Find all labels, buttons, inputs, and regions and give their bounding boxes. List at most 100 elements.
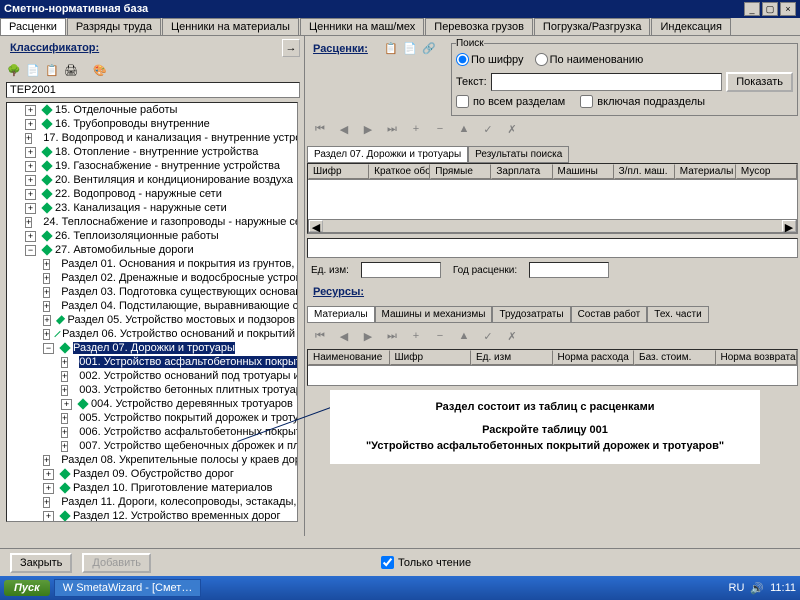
copy-icon[interactable]: 📋 xyxy=(44,62,60,78)
remove-icon[interactable]: − xyxy=(431,120,449,138)
tab-rates[interactable]: Расценки xyxy=(0,18,66,35)
expander-icon[interactable]: + xyxy=(25,189,36,200)
unit-input[interactable] xyxy=(361,262,441,278)
search-button[interactable]: Показать xyxy=(726,72,793,92)
maximize-button[interactable]: ▢ xyxy=(762,2,778,16)
column-header[interactable]: Норма возврата xyxy=(716,350,798,365)
column-header[interactable]: З/пл. маш. xyxy=(614,164,675,179)
last-icon[interactable]: ⏭ xyxy=(383,120,401,138)
tree-item[interactable]: +Раздел 06. Устройство оснований и покры… xyxy=(7,327,297,341)
expander-icon[interactable]: + xyxy=(43,497,50,508)
tree-item[interactable]: −Раздел 07. Дорожки и тротуары xyxy=(7,341,297,355)
scroll-left-icon[interactable]: ◀ xyxy=(309,220,323,232)
resources-grid[interactable]: НаименованиеШифрЕд. измНорма расходаБаз.… xyxy=(307,349,798,386)
confirm-icon[interactable]: ✓ xyxy=(479,120,497,138)
first-icon[interactable]: ⏮ xyxy=(311,327,329,345)
first-icon[interactable]: ⏮ xyxy=(311,120,329,138)
search-input[interactable] xyxy=(491,73,723,91)
column-header[interactable]: Краткое обоснование xyxy=(369,164,430,179)
expander-icon[interactable]: − xyxy=(25,245,36,256)
expander-icon[interactable]: + xyxy=(25,119,36,130)
expander-icon[interactable]: + xyxy=(43,469,54,480)
tab-search-results[interactable]: Результаты поиска xyxy=(468,146,569,163)
tree-item[interactable]: +Раздел 01. Основания и покрытия из грун… xyxy=(7,257,297,271)
tree-item[interactable]: +26. Теплоизоляционные работы xyxy=(7,229,297,243)
expander-icon[interactable]: + xyxy=(43,455,50,466)
edit-icon[interactable]: ▲ xyxy=(455,327,473,345)
rates-grid[interactable]: ШифрКраткое обоснованиеПрямыеЗарплатаМаш… xyxy=(307,163,798,234)
expander-icon[interactable]: + xyxy=(43,259,50,270)
tree-item[interactable]: +004. Устройство деревянных тротуаров xyxy=(7,397,297,411)
expander-icon[interactable]: + xyxy=(61,399,72,410)
tree-item[interactable]: +16. Трубопроводы внутренние xyxy=(7,117,297,131)
tree-item[interactable]: −27. Автомобильные дороги xyxy=(7,243,297,257)
link-icon[interactable]: 🔗 xyxy=(421,40,437,56)
scroll-right-icon[interactable]: ▶ xyxy=(782,220,796,232)
classifier-tree[interactable]: +15. Отделочные работы+16. Трубопроводы … xyxy=(6,102,298,522)
tree-item[interactable]: +001. Устройство асфальтобетонных покрыт… xyxy=(7,355,297,369)
add-icon[interactable]: + xyxy=(407,327,425,345)
tree-item[interactable]: +23. Канализация - наружные сети xyxy=(7,201,297,215)
readonly-check[interactable]: Только чтение xyxy=(381,556,471,569)
tree-item[interactable]: +Раздел 03. Подготовка существующих осно… xyxy=(7,285,297,299)
tree-item[interactable]: +17. Водопровод и канализация - внутренн… xyxy=(7,131,297,145)
radio-by-code[interactable]: По шифру xyxy=(456,53,524,66)
expander-icon[interactable]: + xyxy=(25,175,36,186)
paste-icon[interactable]: 📄 xyxy=(402,40,418,56)
add-icon[interactable]: + xyxy=(407,120,425,138)
resource-tab[interactable]: Машины и механизмы xyxy=(375,306,493,323)
tree-item[interactable]: +24. Теплоснабжение и газопроводы - нару… xyxy=(7,215,297,229)
column-header[interactable]: Норма расхода xyxy=(553,350,635,365)
prev-icon[interactable]: ◀ xyxy=(335,327,353,345)
tree-item[interactable]: +18. Отопление - внутренние устройства xyxy=(7,145,297,159)
tray-icon[interactable]: 🔊 xyxy=(750,582,764,595)
expander-icon[interactable]: + xyxy=(43,273,50,284)
resource-tab[interactable]: Трудозатраты xyxy=(492,306,570,323)
expander-icon[interactable]: + xyxy=(25,161,36,172)
column-header[interactable]: Баз. стоим. xyxy=(634,350,716,365)
tab-materials[interactable]: Ценники на материалы xyxy=(162,18,299,35)
tab-machines[interactable]: Ценники на маш/мех xyxy=(300,18,424,35)
tab-labor[interactable]: Разряды труда xyxy=(67,18,161,35)
check-all-sections[interactable]: по всем разделам xyxy=(456,95,565,108)
tree-icon[interactable]: 🌳 xyxy=(6,62,22,78)
column-header[interactable]: Ед. изм xyxy=(471,350,553,365)
tree-item[interactable]: +Раздел 04. Подстилающие, выравнивающие … xyxy=(7,299,297,313)
add-button[interactable]: Добавить xyxy=(82,553,151,573)
radio-by-name[interactable]: По наименованию xyxy=(535,53,644,66)
column-header[interactable]: Прямые xyxy=(430,164,491,179)
start-button[interactable]: Пуск xyxy=(4,580,50,596)
tab-transport[interactable]: Перевозка грузов xyxy=(425,18,533,35)
tree-item[interactable]: +Раздел 12. Устройство временных дорог xyxy=(7,509,297,522)
tree-item[interactable]: +22. Водопровод - наружные сети xyxy=(7,187,297,201)
expander-icon[interactable]: + xyxy=(61,441,68,452)
expander-icon[interactable]: + xyxy=(61,357,68,368)
tree-item[interactable]: +15. Отделочные работы xyxy=(7,103,297,117)
expander-icon[interactable]: + xyxy=(43,329,50,340)
tab-loading[interactable]: Погрузка/Разгрузка xyxy=(534,18,651,35)
close-button[interactable]: × xyxy=(780,2,796,16)
resource-tab[interactable]: Тех. части xyxy=(647,306,708,323)
last-icon[interactable]: ⏭ xyxy=(383,327,401,345)
tree-item[interactable]: +Раздел 09. Обустройство дорог xyxy=(7,467,297,481)
doc-icon[interactable]: 📄 xyxy=(25,62,41,78)
print-icon[interactable]: 🖨 xyxy=(63,62,79,78)
next-icon[interactable]: ▶ xyxy=(359,327,377,345)
lang-indicator[interactable]: RU xyxy=(729,582,745,594)
palette-icon[interactable]: 🎨 xyxy=(92,62,108,78)
tree-item[interactable]: +003. Устройство бетонных плитных тротуа… xyxy=(7,383,297,397)
column-header[interactable]: Шифр xyxy=(308,164,369,179)
resource-tab[interactable]: Материалы xyxy=(307,306,375,323)
collapse-icon[interactable]: → xyxy=(282,39,300,57)
tree-item[interactable]: +005. Устройство покрытий дорожек и трот… xyxy=(7,411,297,425)
expander-icon[interactable]: + xyxy=(43,315,51,326)
tree-item[interactable]: +006. Устройство асфальтобетонных покрыт… xyxy=(7,425,297,439)
task-smetawizard[interactable]: W SmetaWizard - [Смет… xyxy=(54,579,202,597)
expander-icon[interactable]: + xyxy=(25,217,32,228)
resource-tab[interactable]: Состав работ xyxy=(571,306,648,323)
column-header[interactable]: Материалы xyxy=(675,164,736,179)
expander-icon[interactable]: − xyxy=(43,343,54,354)
tree-item[interactable]: +Раздел 10. Приготовление материалов xyxy=(7,481,297,495)
column-header[interactable]: Шифр xyxy=(390,350,472,365)
tree-item[interactable]: +Раздел 08. Укрепительные полосы у краев… xyxy=(7,453,297,467)
